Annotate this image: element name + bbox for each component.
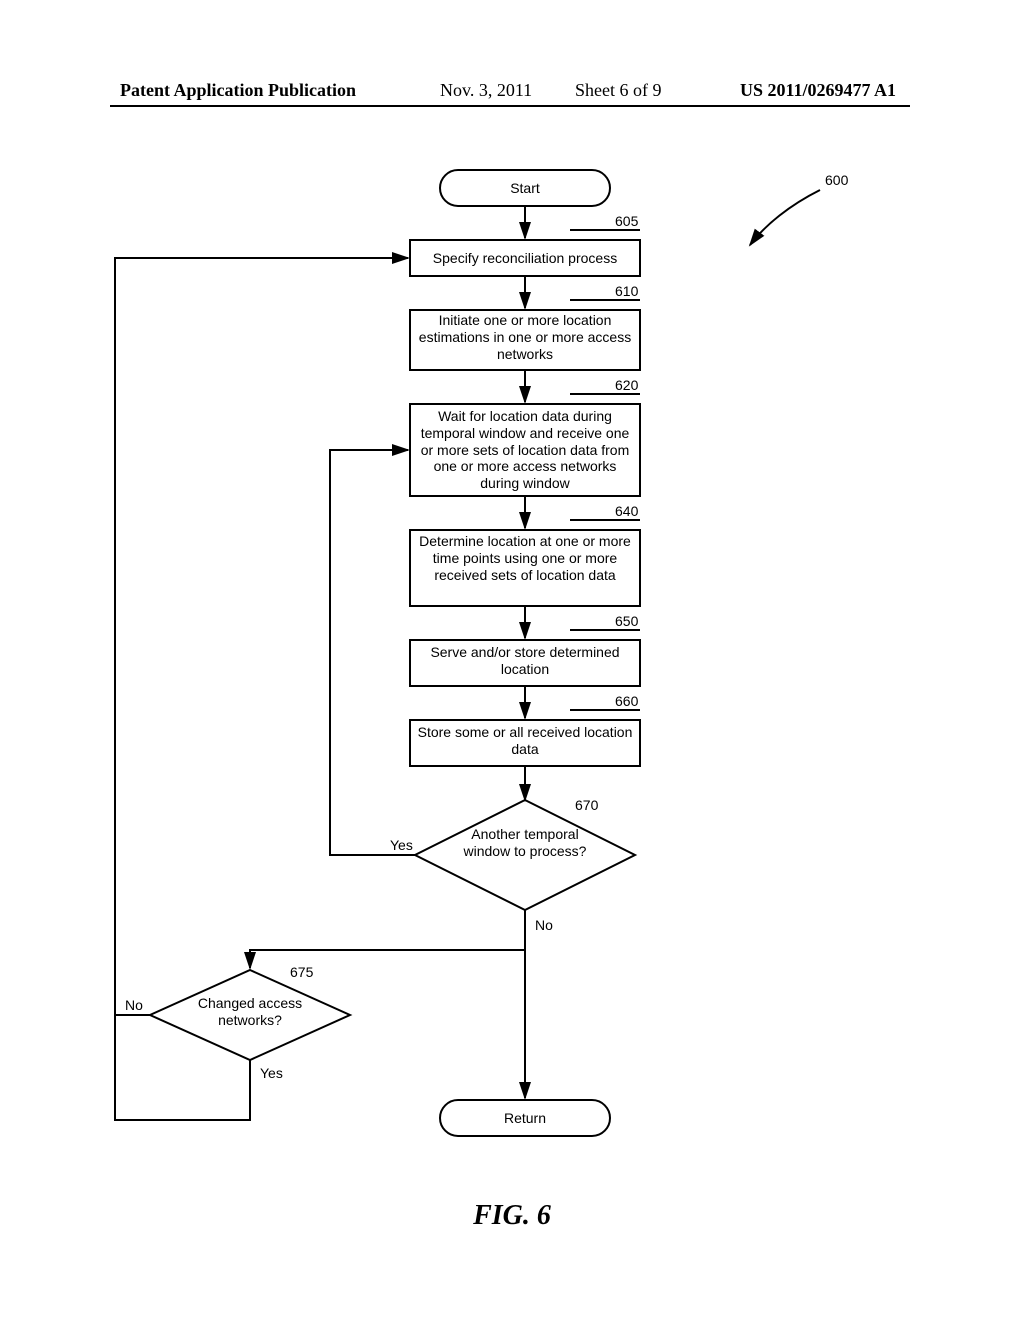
- ref-660: 660: [615, 693, 639, 709]
- ref-650: 650: [615, 613, 639, 629]
- ref-600: 600: [825, 172, 849, 188]
- node-670: Another temporal window to process?: [415, 800, 635, 910]
- text-660: Store some or all received location data: [414, 724, 636, 758]
- text-670: Another temporal window to process?: [450, 826, 600, 860]
- node-660: Store some or all received location data: [410, 720, 640, 766]
- text-675: Changed access networks?: [180, 995, 320, 1029]
- ref-670: 670: [575, 797, 599, 813]
- header-rule: [110, 105, 910, 107]
- header-date: Nov. 3, 2011: [440, 80, 532, 101]
- header-docnum: US 2011/0269477 A1: [740, 80, 896, 101]
- ref-640: 640: [615, 503, 639, 519]
- node-return: Return: [440, 1100, 610, 1136]
- start-label: Start: [510, 180, 540, 196]
- header-publication: Patent Application Publication: [120, 80, 356, 101]
- figure-caption: FIG. 6: [0, 1200, 1024, 1232]
- node-620: Wait for location data during temporal w…: [410, 404, 640, 496]
- text-650: Serve and/or store determined location: [414, 644, 636, 678]
- ref-620: 620: [615, 377, 639, 393]
- page: Patent Application Publication Nov. 3, 2…: [0, 0, 1024, 1320]
- return-label: Return: [504, 1110, 546, 1126]
- label-670-yes: Yes: [390, 837, 413, 853]
- label-675-no: No: [125, 997, 143, 1013]
- text-605: Specify reconciliation process: [433, 250, 617, 266]
- node-650: Serve and/or store determined location: [410, 640, 640, 686]
- figure-ref-600: 600: [750, 172, 849, 245]
- flowchart-figure: Start 600 605 Specify reconciliation pro…: [100, 160, 920, 1180]
- node-605: Specify reconciliation process: [410, 240, 640, 276]
- text-610: Initiate one or more location estimation…: [414, 312, 636, 362]
- ref-675: 675: [290, 964, 314, 980]
- ref-610: 610: [615, 283, 639, 299]
- node-start: Start: [440, 170, 610, 206]
- ref-605: 605: [615, 213, 639, 229]
- label-675-yes: Yes: [260, 1065, 283, 1081]
- header-sheet: Sheet 6 of 9: [575, 80, 661, 101]
- text-620: Wait for location data during temporal w…: [414, 408, 636, 492]
- node-675: Changed access networks?: [150, 970, 350, 1060]
- text-640: Determine location at one or more time p…: [414, 533, 636, 583]
- node-640: Determine location at one or more time p…: [410, 530, 640, 606]
- node-610: Initiate one or more location estimation…: [410, 310, 640, 370]
- label-670-no: No: [535, 917, 553, 933]
